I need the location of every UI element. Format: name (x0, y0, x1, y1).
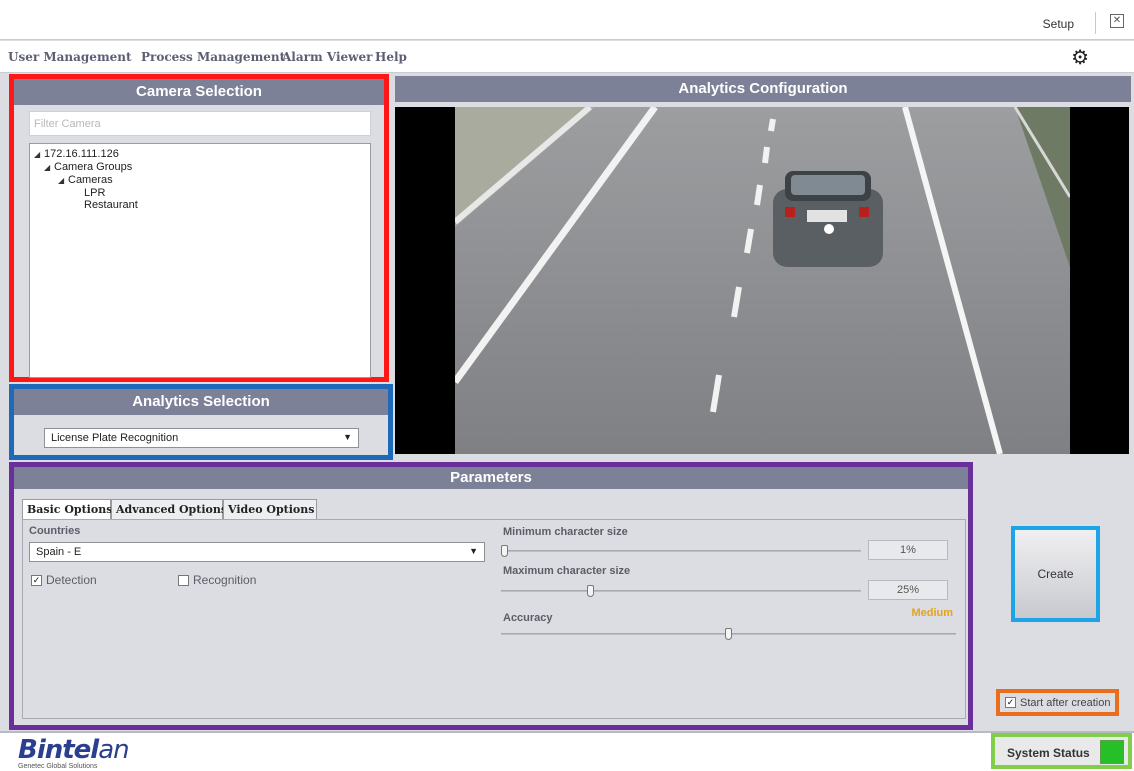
menu-process-management[interactable]: Process Management (141, 50, 285, 64)
basic-options-content: Countries Spain - E ▼ ✓ Detection Recogn… (22, 519, 966, 719)
accuracy-label: Accuracy (503, 612, 553, 624)
analytics-configuration-title: Analytics Configuration (395, 76, 1131, 102)
max-char-size-label: Maximum character size (503, 565, 631, 577)
dropdown-caret-icon: ▼ (343, 432, 352, 442)
tree-node-camera-groups[interactable]: ◢ Camera Groups (34, 161, 366, 174)
recognition-check-icon[interactable] (178, 574, 189, 586)
title-bar: Setup ✕ (0, 0, 1134, 40)
footer-bar: Bintelan Genetec Global Solutions (0, 731, 1134, 771)
expand-arrow-icon[interactable]: ◢ (34, 149, 44, 161)
analytics-selection-title: Analytics Selection (14, 389, 388, 415)
analytics-type-select[interactable]: License Plate Recognition ▼ (44, 428, 359, 448)
gear-icon[interactable]: ⚙ (1071, 45, 1089, 70)
max-char-size-slider[interactable] (501, 585, 861, 597)
accuracy-value: Medium (911, 607, 953, 619)
min-char-size-label: Minimum character size (503, 526, 628, 538)
dropdown-caret-icon: ▼ (469, 546, 478, 556)
setup-button[interactable]: Setup (1043, 17, 1074, 31)
camera-selection-panel: Camera Selection Filter Camera ◢ 172.16.1… (9, 74, 389, 382)
expand-arrow-icon[interactable]: ◢ (58, 175, 68, 187)
road-video-frame (455, 107, 1070, 454)
menu-help[interactable]: Help (375, 50, 407, 64)
tree-node-camera-restaurant[interactable]: Restaurant (34, 199, 366, 211)
car-image (773, 171, 883, 267)
recognition-checkbox[interactable]: Recognition (178, 573, 256, 587)
bintelan-logo: Bintelan Genetec Global Solutions (18, 735, 130, 770)
detection-checkbox[interactable]: ✓ Detection (31, 573, 97, 587)
start-after-creation-checkbox[interactable]: ✓ Start after creation (996, 689, 1119, 716)
slider-thumb[interactable] (724, 628, 732, 640)
system-status-indicator (1100, 740, 1124, 764)
min-char-size-slider[interactable] (501, 545, 861, 557)
menu-bar: User Management Process Management Alarm… (0, 41, 1134, 73)
countries-label: Countries (29, 525, 81, 537)
detection-check-icon[interactable]: ✓ (31, 574, 42, 586)
menu-user-management[interactable]: User Management (8, 50, 132, 64)
analytics-selection-panel: Analytics Selection License Plate Recogn… (9, 384, 393, 460)
parameters-title: Parameters (14, 467, 968, 489)
max-char-size-value[interactable]: 25% (868, 580, 948, 600)
analytics-configuration-panel: Analytics Configuration (395, 76, 1131, 458)
slider-thumb[interactable] (501, 545, 508, 557)
tab-basic-options[interactable]: Basic Options (22, 499, 112, 521)
slider-thumb[interactable] (587, 585, 594, 597)
system-status-label: System Status (1007, 746, 1090, 760)
tab-advanced-options[interactable]: Advanced Options (111, 499, 227, 519)
tree-node-host[interactable]: ◢ 172.16.111.126 (34, 148, 366, 161)
camera-selection-title: Camera Selection (14, 79, 384, 105)
country-select[interactable]: Spain - E ▼ (29, 542, 485, 562)
tab-video-options[interactable]: Video Options (223, 499, 317, 519)
menu-alarm-viewer[interactable]: Alarm Viewer (282, 50, 372, 64)
create-button[interactable]: Create (1011, 526, 1100, 622)
expand-arrow-icon[interactable]: ◢ (44, 162, 54, 174)
system-status-panel: System Status (991, 733, 1132, 769)
title-separator (1095, 12, 1096, 34)
tree-node-cameras[interactable]: ◢ Cameras (34, 174, 366, 187)
parameters-panel: Parameters Basic Options Advanced Option… (9, 462, 973, 730)
road-scene-image (455, 107, 1070, 454)
camera-video-preview[interactable] (395, 107, 1129, 454)
start-after-check-icon[interactable]: ✓ (1005, 697, 1016, 708)
tree-node-camera-lpr[interactable]: LPR (34, 187, 366, 199)
min-char-size-value[interactable]: 1% (868, 540, 948, 560)
restore-window-icon[interactable]: ✕ (1110, 14, 1124, 28)
accuracy-slider[interactable] (501, 628, 956, 640)
filter-camera-input[interactable]: Filter Camera (29, 111, 371, 136)
camera-tree: ◢ 172.16.111.126 ◢ Camera Groups ◢ Cameras … (29, 143, 371, 378)
